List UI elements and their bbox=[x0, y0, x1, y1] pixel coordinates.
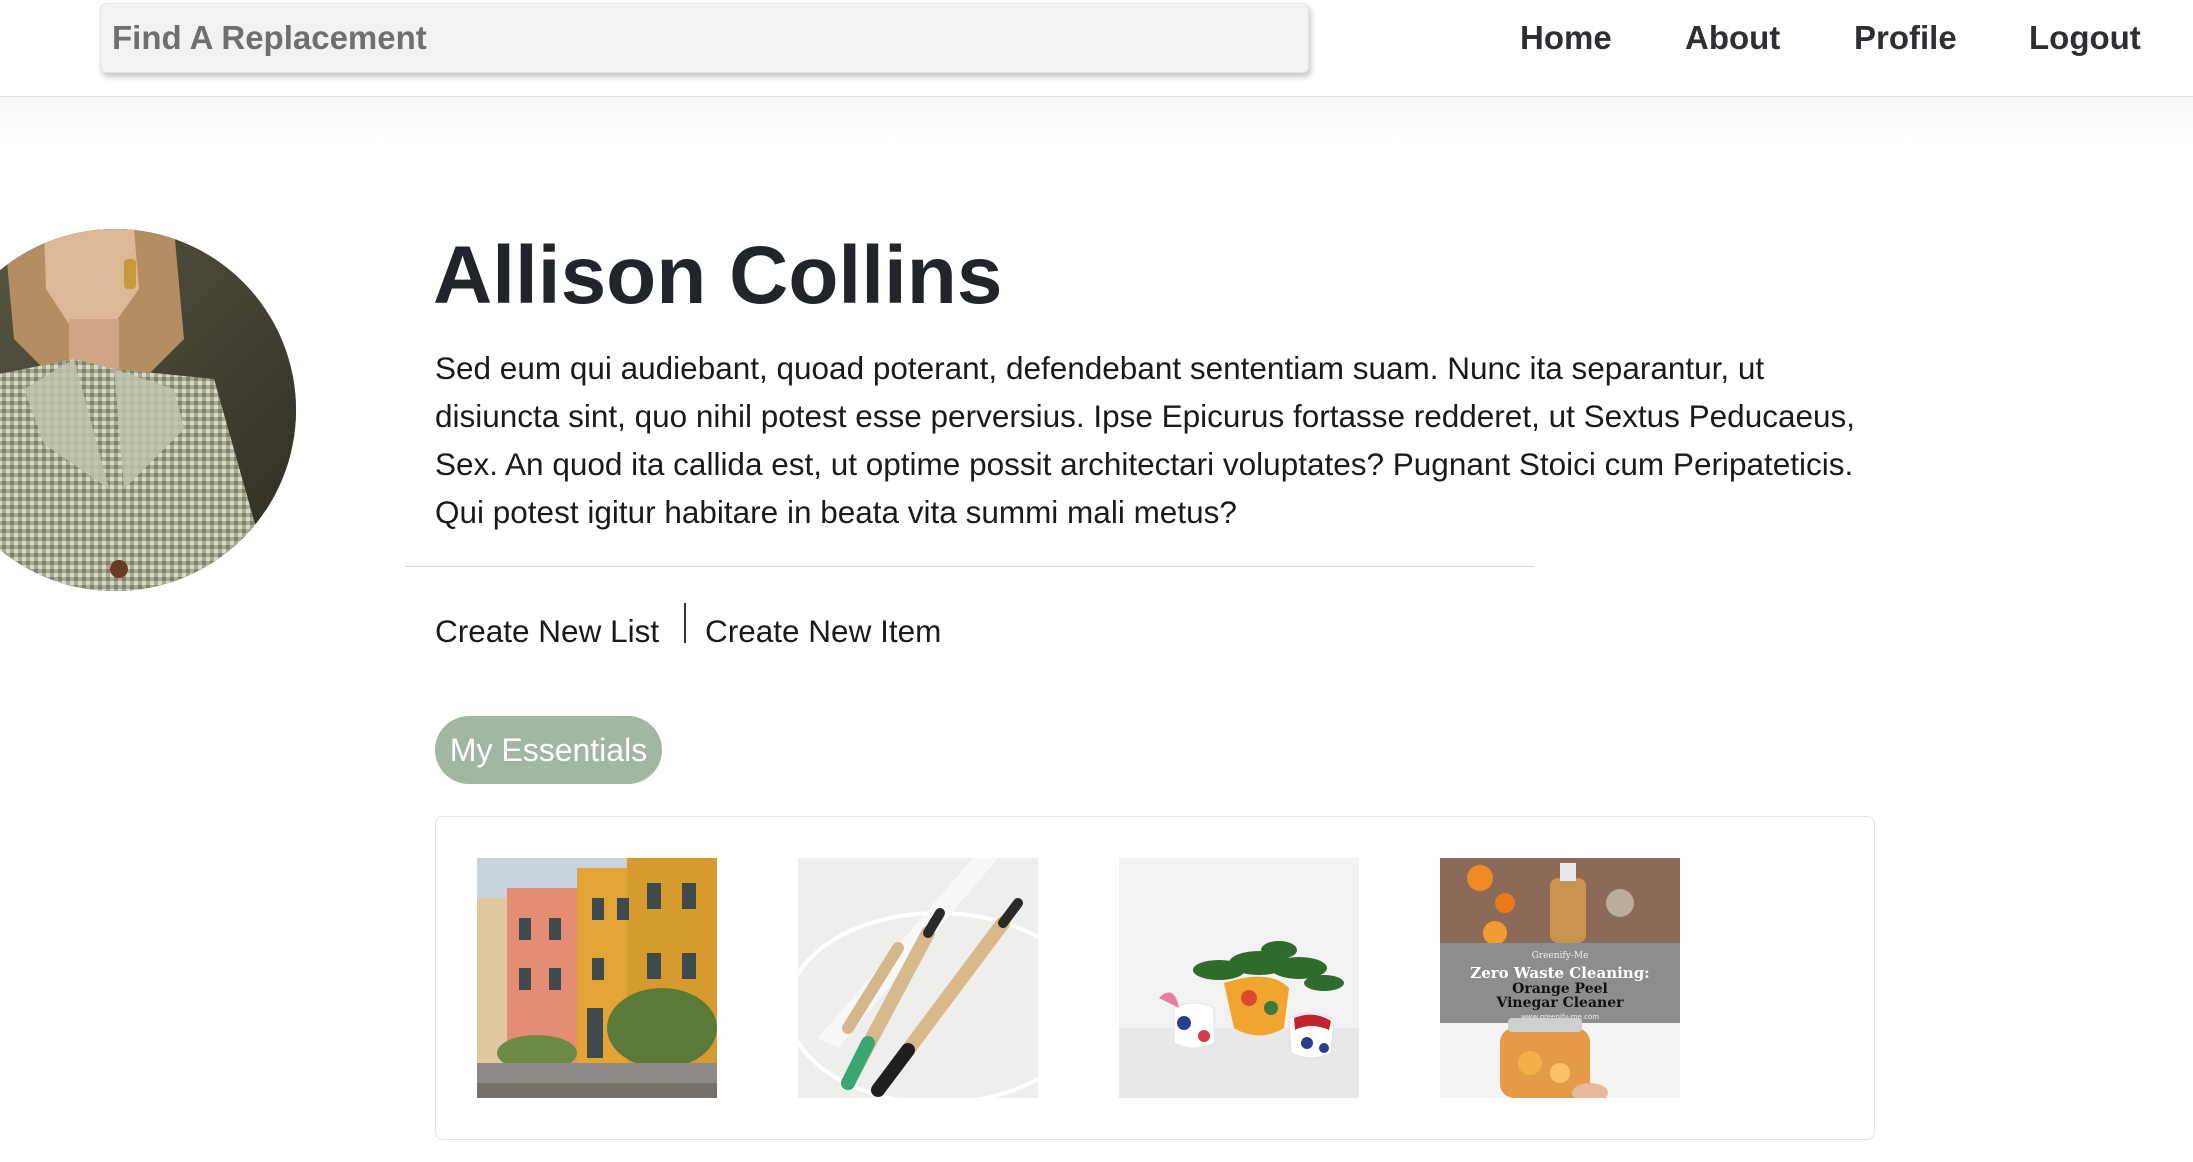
cleaning-pin-photo-icon: Greenify-Me Zero Waste Cleaning: Orange … bbox=[1440, 858, 1680, 1098]
section-divider bbox=[405, 566, 1534, 567]
nav-home-link[interactable]: Home bbox=[1520, 17, 1612, 59]
toothbrush-photo-icon bbox=[798, 858, 1038, 1098]
action-separator bbox=[684, 603, 686, 643]
houses-photo-icon bbox=[477, 858, 717, 1098]
list-item[interactable] bbox=[477, 858, 717, 1098]
pin-brand-text: Greenify-Me bbox=[1532, 951, 1589, 961]
nav-about-link[interactable]: About bbox=[1685, 17, 1780, 59]
pin-title-line3: Vinegar Cleaner bbox=[1495, 995, 1624, 1011]
nav-profile-link[interactable]: Profile bbox=[1854, 17, 1957, 59]
nav-logout-link[interactable]: Logout bbox=[2029, 17, 2141, 59]
list-item[interactable]: Greenify-Me Zero Waste Cleaning: Orange … bbox=[1440, 858, 1680, 1098]
my-essentials-list-button[interactable]: My Essentials bbox=[435, 716, 662, 784]
search-input[interactable] bbox=[100, 3, 1309, 73]
create-new-item-link[interactable]: Create New Item bbox=[705, 611, 941, 651]
profile-bio: Sed eum qui audiebant, quoad poterant, d… bbox=[435, 350, 1856, 530]
navbar-shadow bbox=[0, 97, 2193, 143]
list-items-card: Greenify-Me Zero Waste Cleaning: Orange … bbox=[435, 816, 1875, 1140]
list-item[interactable] bbox=[798, 858, 1038, 1098]
top-navbar: Home About Profile Logout bbox=[0, 0, 2193, 97]
profile-name: Allison Collins bbox=[433, 230, 1003, 321]
plant-vases-photo-icon bbox=[1119, 858, 1359, 1098]
avatar-photo bbox=[0, 229, 296, 591]
avatar bbox=[0, 229, 296, 591]
pin-title-line1: Zero Waste Cleaning: bbox=[1470, 964, 1649, 982]
list-item[interactable] bbox=[1119, 858, 1359, 1098]
create-new-list-link[interactable]: Create New List bbox=[435, 611, 659, 651]
